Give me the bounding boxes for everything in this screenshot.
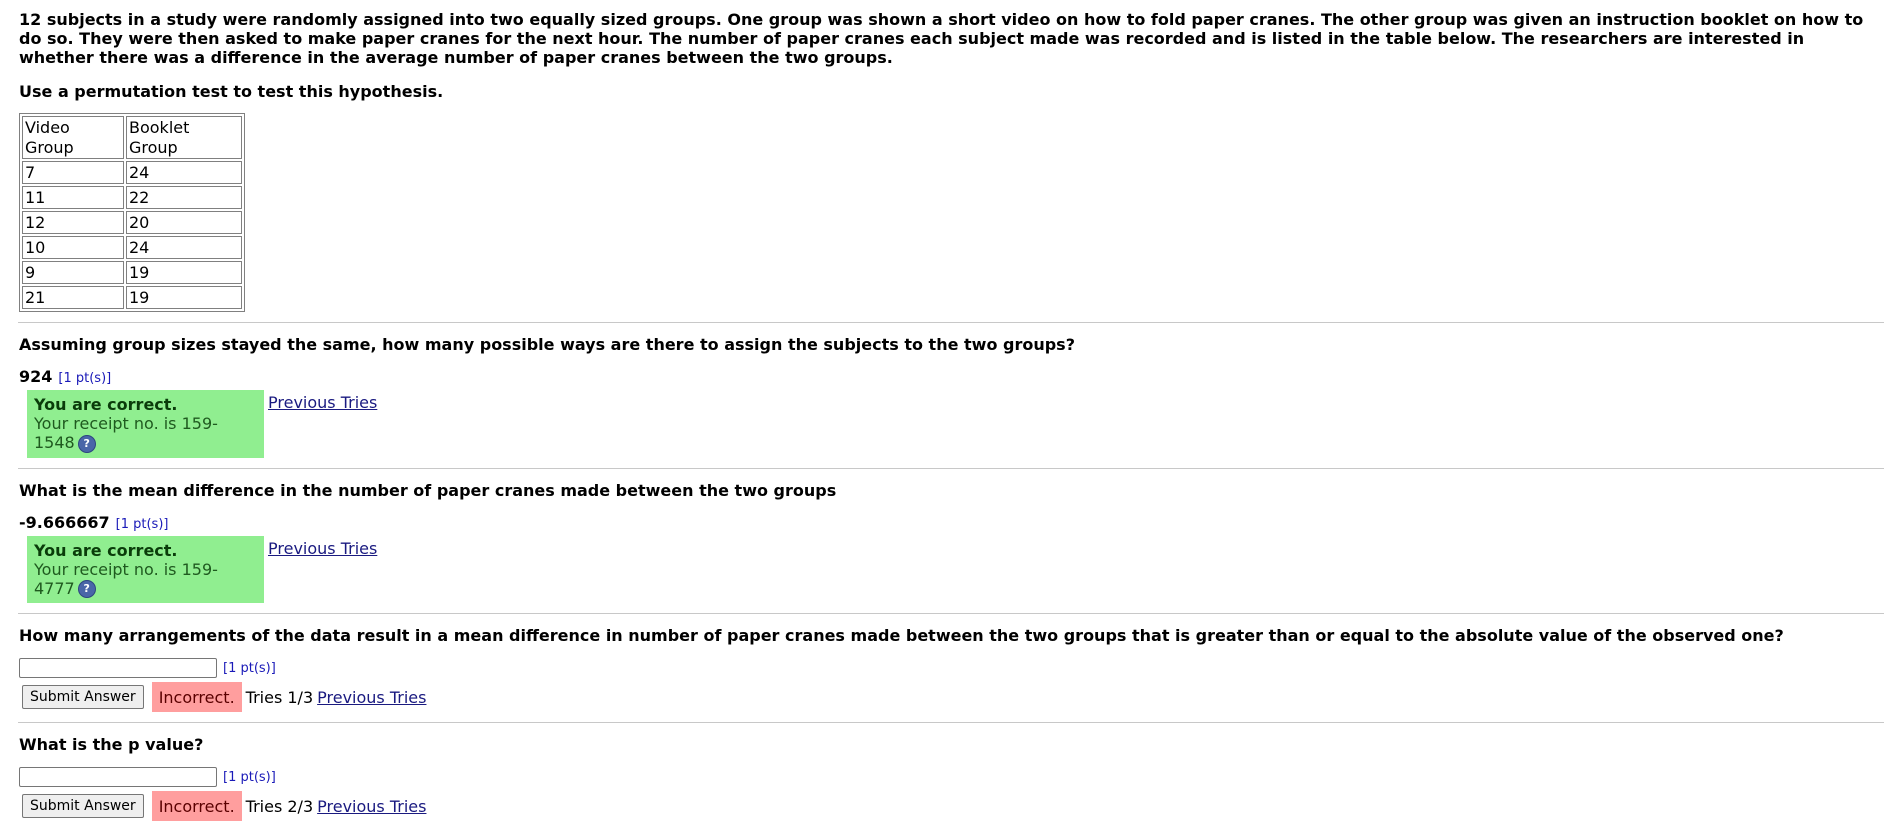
table-cell: 19 (126, 261, 242, 284)
points-label: [1 pt(s)] (223, 769, 276, 785)
table-row: 21 19 (22, 286, 242, 309)
tries-count: Tries 2/3 (245, 796, 314, 816)
feedback-row: You are correct. Your receipt no. is 159… (27, 535, 1884, 603)
submit-answer-button[interactable]: Submit Answer (22, 685, 144, 709)
table-cell: 11 (22, 186, 124, 209)
table-cell: 10 (22, 236, 124, 259)
table-cell: 19 (126, 286, 242, 309)
table-row: 12 20 (22, 211, 242, 234)
question-text: Assuming group sizes stayed the same, ho… (19, 335, 1075, 354)
submitted-answer: -9.666667 (19, 512, 110, 532)
previous-tries-link[interactable]: Previous Tries (317, 688, 426, 707)
points-label: [1 pt(s)] (115, 516, 169, 532)
question-1: Assuming group sizes stayed the same, ho… (19, 335, 1884, 458)
incorrect-feedback: Incorrect. (151, 682, 242, 712)
table-row: 11 22 (22, 186, 242, 209)
table-row: 10 24 (22, 236, 242, 259)
incorrect-feedback: Incorrect. (151, 791, 242, 821)
question-3: How many arrangements of the data result… (19, 626, 1884, 712)
table-cell: 20 (126, 211, 242, 234)
table-row: 7 24 (22, 161, 242, 184)
table-row: 9 19 (22, 261, 242, 284)
question-2: What is the mean difference in the numbe… (19, 480, 1884, 603)
table-header-row: Video Group Booklet Group (22, 116, 242, 159)
correct-feedback: You are correct. Your receipt no. is 159… (27, 390, 264, 458)
feedback-row: You are correct. Your receipt no. is 159… (27, 390, 1884, 458)
points-label: [1 pt(s)] (58, 371, 112, 386)
table-cell: 12 (22, 211, 124, 234)
submit-row: Submit Answer Incorrect. Tries 2/3 Previ… (22, 791, 1884, 821)
divider (18, 722, 1884, 723)
answer-line: -9.666667 [1 pt(s)] (19, 513, 1884, 532)
help-icon[interactable]: ? (77, 580, 96, 598)
help-icon[interactable]: ? (77, 434, 96, 453)
receipt-line: Your receipt no. is 159-1548? (34, 414, 258, 453)
answer-input[interactable] (19, 767, 217, 787)
table-header: Booklet Group (126, 116, 242, 159)
previous-tries-link[interactable]: Previous Tries (317, 797, 426, 816)
table-header: Video Group (22, 116, 124, 159)
receipt-text: Your receipt no. is 159-4777 (34, 559, 218, 598)
table-cell: 9 (22, 261, 124, 284)
table-cell: 21 (22, 286, 124, 309)
correct-feedback: You are correct. Your receipt no. is 159… (27, 535, 264, 603)
divider (18, 467, 1884, 469)
question-text: What is the mean difference in the numbe… (19, 480, 837, 500)
question-4: What is the p value? [1 pt(s)] Submit An… (19, 735, 1884, 821)
receipt-text: Your receipt no. is 159-1548 (34, 414, 218, 452)
submit-row: Submit Answer Incorrect. Tries 1/3 Previ… (22, 682, 1884, 712)
divider (18, 322, 1884, 323)
input-line: [1 pt(s)] (19, 767, 1884, 787)
points-label: [1 pt(s)] (223, 660, 276, 676)
previous-tries-link[interactable]: Previous Tries (268, 539, 377, 558)
problem-intro: 12 subjects in a study were randomly ass… (19, 10, 1864, 67)
question-text: What is the p value? (19, 735, 204, 754)
divider (18, 613, 1884, 614)
feedback-title: You are correct. (34, 540, 178, 560)
answer-line: 924 [1 pt(s)] (19, 367, 1884, 386)
previous-tries-link[interactable]: Previous Tries (268, 393, 377, 412)
problem-page: 12 subjects in a study were randomly ass… (0, 0, 1884, 821)
table-cell: 7 (22, 161, 124, 184)
question-text: How many arrangements of the data result… (19, 626, 1784, 645)
table-cell: 22 (126, 186, 242, 209)
submitted-answer: 924 (19, 367, 53, 386)
feedback-title: You are correct. (34, 395, 178, 414)
problem-instruction: Use a permutation test to test this hypo… (19, 82, 444, 101)
table-cell: 24 (126, 236, 242, 259)
tries-count: Tries 1/3 (245, 687, 314, 707)
data-table: Video Group Booklet Group 7 24 11 22 12 … (19, 113, 245, 312)
table-cell: 24 (126, 161, 242, 184)
answer-input[interactable] (19, 658, 217, 678)
input-line: [1 pt(s)] (19, 658, 1884, 678)
submit-answer-button[interactable]: Submit Answer (22, 794, 144, 818)
receipt-line: Your receipt no. is 159-4777? (34, 559, 258, 598)
